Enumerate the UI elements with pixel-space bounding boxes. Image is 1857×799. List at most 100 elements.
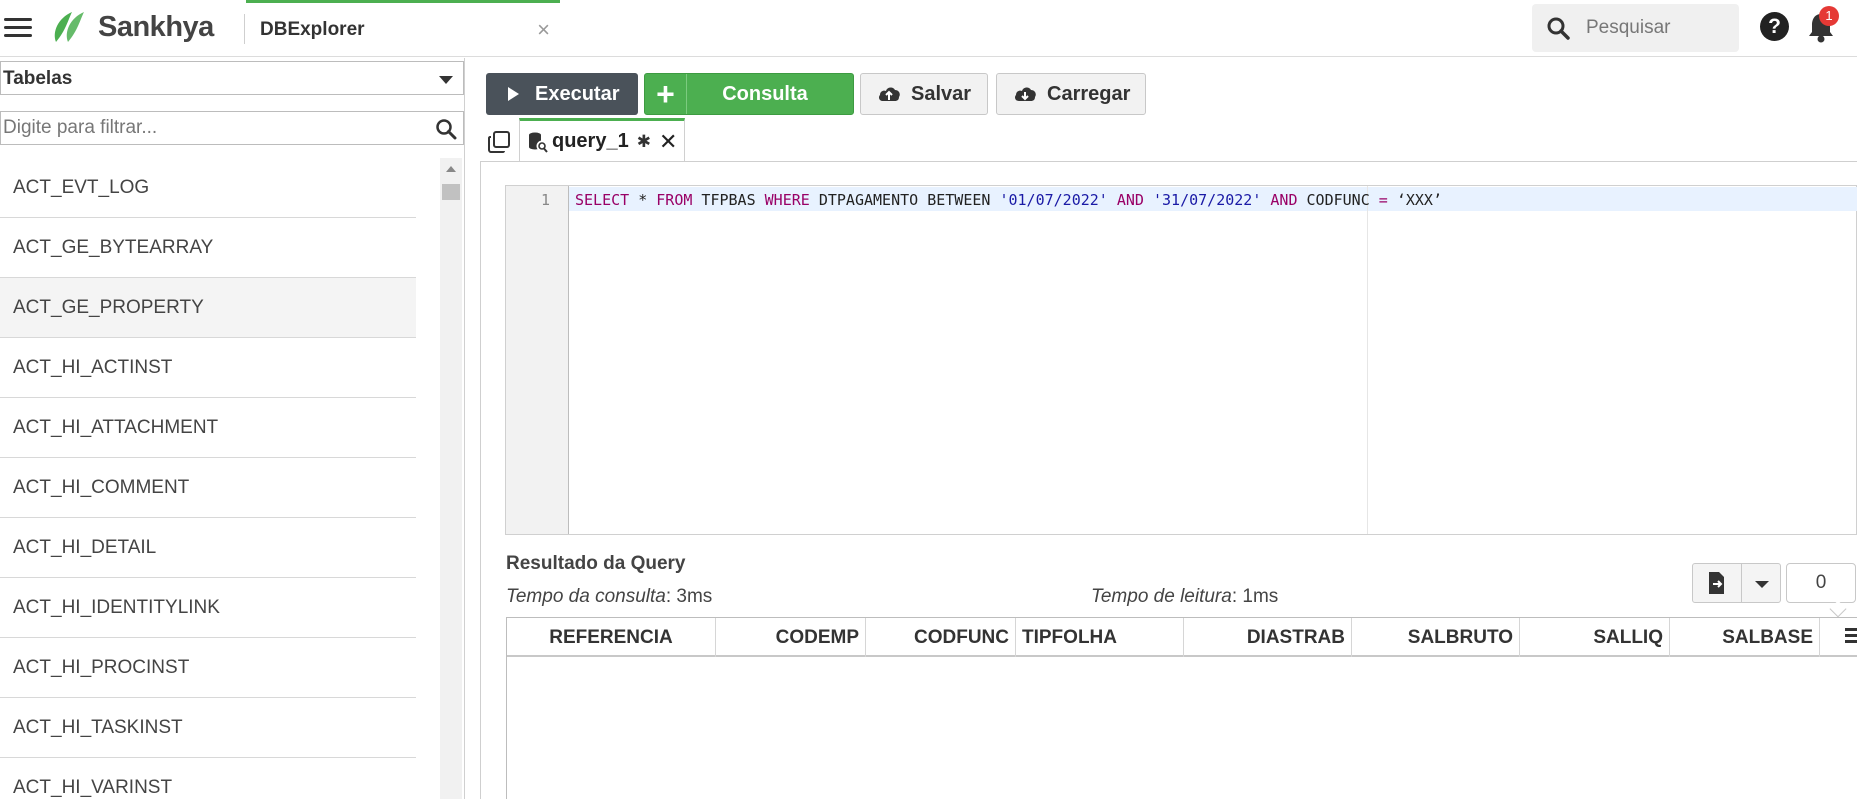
column-header[interactable]: SALLIQ [1520,618,1670,657]
list-item[interactable]: ACT_HI_DETAIL [0,518,416,578]
scroll-thumb[interactable] [442,184,460,200]
column-header[interactable]: SALBASE [1670,618,1820,657]
play-icon [508,87,519,101]
list-item[interactable]: ACT_HI_COMMENT [0,458,416,518]
column-header[interactable]: TIPFOLHA [1016,618,1184,657]
hamburger-icon[interactable] [4,14,32,40]
app-tab-dbexplorer[interactable]: DBExplorer × [246,0,560,57]
results-title: Resultado da Query [506,553,686,574]
list-item[interactable]: ACT_HI_PROCINST [0,638,416,698]
column-header[interactable]: CODFUNC [866,618,1016,657]
line-number: 1 [540,191,550,209]
tab-query-label: query_1 [552,130,629,152]
column-header[interactable]: REFERENCIA [507,618,716,657]
column-header[interactable]: CODEMP [716,618,866,657]
app-tab-close-icon[interactable]: × [537,17,550,43]
sql-text: TFPBAS [692,191,765,209]
query-time-label: Tempo da consulta [506,586,666,607]
column-header[interactable]: SALBRUTO [1352,618,1520,657]
tab-query-1[interactable]: query_1 ✱ ✕ [519,118,685,162]
load-label: Carregar [1047,82,1131,105]
app-tab-label: DBExplorer [260,19,365,40]
execute-button[interactable]: Executar [486,73,638,115]
query-time-value: : 3ms [665,586,713,607]
cloud-download-icon [1015,87,1036,101]
results-grid-header: REFERENCIA CODEMP CODFUNC TIPFOLHA DIAST… [507,618,1857,657]
object-type-select[interactable]: Tabelas [0,61,464,95]
database-search-icon [529,132,548,153]
print-margin [1367,186,1368,534]
list-item[interactable]: ACT_HI_TASKINST [0,698,416,758]
sql-keyword: AND [1270,191,1298,209]
popover-pointer [1829,600,1847,618]
list-item[interactable]: ACT_HI_ATTACHMENT [0,398,416,458]
column-header[interactable]: DIASTRAB [1184,618,1352,657]
read-time: Tempo de leitura: 1ms [1091,586,1278,608]
sql-code-line[interactable]: SELECT * FROM TFPBAS WHERE DTPAGAMENTO B… [575,191,1442,209]
table-filter-input[interactable] [3,116,423,140]
column-menu-icon[interactable] [1845,628,1857,648]
sql-keyword: WHERE [764,191,810,209]
sql-keyword: AND [1116,191,1144,209]
new-query-label: Consulta [722,82,808,105]
notification-badge: 1 [1819,6,1839,26]
list-item[interactable]: ACT_GE_BYTEARRAY [0,218,416,278]
export-options-dropdown[interactable] [1741,563,1781,603]
table-filter[interactable] [0,111,464,145]
panel-divider [480,161,481,799]
sql-text: * [629,191,657,209]
read-time-value: : 1ms [1231,586,1279,607]
header-divider [244,14,245,44]
help-icon[interactable]: ? [1760,12,1789,41]
table-browser-panel: Tabelas ACT_EVT_LOG ACT_GE_BYTEARRAY ACT… [0,58,465,799]
object-type-value: Tabelas [3,68,73,89]
close-icon[interactable]: ✕ [659,129,677,155]
row-count: 0 [1786,563,1856,603]
sql-text: ‘XXX’ [1387,191,1442,209]
list-item[interactable]: ACT_HI_ACTINST [0,338,416,398]
execute-label: Executar [535,82,620,105]
sql-text: DTPAGAMENTO BETWEEN [809,191,1000,209]
new-query-button[interactable]: + Consulta [644,73,854,115]
sql-keyword: SELECT [575,191,630,209]
query-time: Tempo da consulta: 3ms [506,586,712,608]
sql-text: CODFUNC [1297,191,1379,209]
global-search-input[interactable] [1586,14,1731,42]
sql-keyword: FROM [656,191,693,209]
export-button[interactable] [1692,563,1742,603]
search-icon [1547,17,1570,40]
sql-editor[interactable]: 1 SELECT * FROM TFPBAS WHERE DTPAGAMENTO… [505,185,1857,535]
results-grid: REFERENCIA CODEMP CODFUNC TIPFOLHA DIAST… [506,617,1857,799]
brand-name: Sankhya [98,10,214,43]
save-button[interactable]: Salvar [860,73,988,115]
read-time-label: Tempo de leitura [1091,586,1232,607]
editor-gutter: 1 [506,186,569,534]
list-item[interactable]: ACT_EVT_LOG [0,158,416,218]
file-export-icon [1709,572,1724,594]
tab-divider [480,161,1857,162]
sankhya-logo[interactable]: Sankhya [50,8,214,46]
sql-string: '31/07/2022' [1153,191,1262,209]
save-label: Salvar [911,82,972,105]
table-list-scrollbar[interactable] [440,158,462,799]
scroll-up-arrow-icon[interactable] [446,166,456,172]
load-button[interactable]: Carregar [996,73,1146,115]
list-item[interactable]: ACT_GE_PROPERTY [0,278,416,338]
sql-string: '01/07/2022' [999,191,1108,209]
chevron-down-icon [439,76,453,84]
table-list: ACT_EVT_LOG ACT_GE_BYTEARRAY ACT_GE_PROP… [0,158,416,799]
sql-keyword: = [1378,191,1388,209]
tabs-overview-icon[interactable] [487,130,511,154]
unsaved-marker-icon: ✱ [636,131,651,151]
plus-icon: + [645,74,687,114]
chevron-down-icon [1755,581,1769,588]
top-header: Sankhya DBExplorer × ? 1 [0,0,1857,57]
list-item[interactable]: ACT_HI_VARINST [0,758,416,799]
global-search[interactable] [1532,4,1739,52]
list-item[interactable]: ACT_HI_IDENTITYLINK [0,578,416,638]
sankhya-leaf-icon [54,12,84,42]
search-icon[interactable] [435,118,457,140]
cloud-upload-icon [879,87,900,101]
